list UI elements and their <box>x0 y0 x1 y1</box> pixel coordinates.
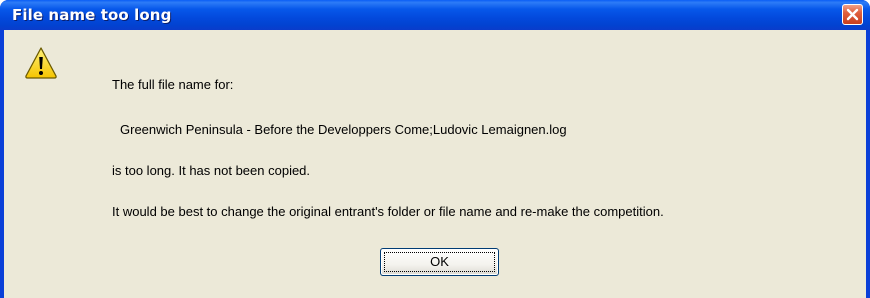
ok-button[interactable]: OK <box>380 248 499 276</box>
warning-icon <box>25 47 57 79</box>
close-button[interactable] <box>842 4 863 25</box>
message-line-status: is too long. It has not been copied. <box>112 163 311 178</box>
close-icon <box>846 8 859 21</box>
message-line-intro: The full file name for: <box>112 77 234 92</box>
message-file-name: Greenwich Peninsula - Before the Develop… <box>120 122 567 137</box>
message-line-advice: It would be best to change the original … <box>112 204 664 219</box>
dialog-title: File name too long <box>12 6 172 24</box>
dialog-body: The full file name for: Greenwich Penins… <box>4 30 866 298</box>
title-bar[interactable]: File name too long <box>0 0 870 30</box>
dialog-window: File name too long The full file name fo… <box>0 0 870 298</box>
ok-button-label: OK <box>430 254 449 269</box>
